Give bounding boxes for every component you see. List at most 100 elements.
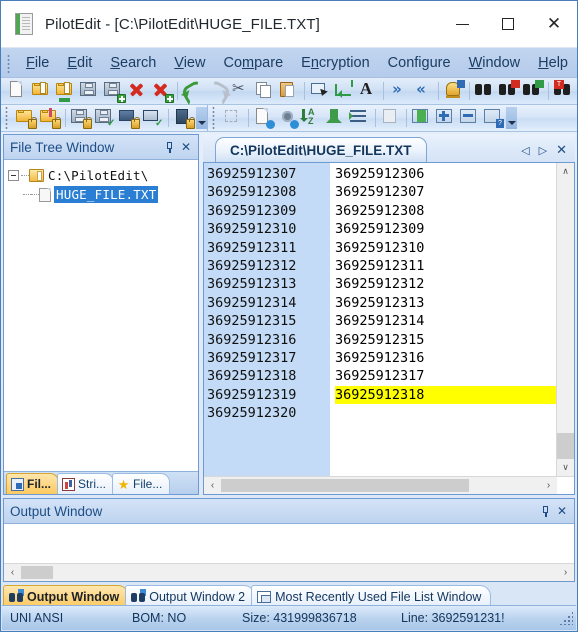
word-wrap-icon[interactable]	[333, 80, 355, 102]
expand-collapse-icon[interactable]	[411, 107, 433, 129]
find-icon[interactable]	[474, 80, 496, 102]
menu-compare[interactable]: Compare	[214, 52, 292, 74]
menu-search[interactable]: Search	[101, 52, 165, 74]
scroll-left-button[interactable]: ‹	[4, 564, 21, 581]
toolbar-grip[interactable]	[4, 107, 12, 129]
minimize-button[interactable]	[439, 1, 485, 47]
menu-file[interactable]: File	[17, 52, 58, 74]
move-up-icon[interactable]	[325, 107, 347, 129]
scroll-right-button[interactable]: ›	[540, 477, 557, 494]
file-settings-icon[interactable]	[253, 107, 275, 129]
editor-line[interactable]: 36925912308	[335, 202, 556, 220]
scroll-track-upper[interactable]	[557, 180, 574, 433]
open-encrypted-file-icon[interactable]	[70, 107, 92, 129]
open-file-icon[interactable]	[31, 80, 53, 102]
save-encrypted-folder-icon[interactable]	[39, 107, 61, 129]
tab-file-tree[interactable]: Fil...	[6, 473, 59, 494]
copy-icon[interactable]	[254, 80, 276, 102]
editor-line[interactable]: 36925912313	[335, 294, 556, 312]
cut-icon[interactable]: ✂	[230, 80, 252, 102]
new-file-icon[interactable]	[7, 80, 29, 102]
collapse-all-icon[interactable]	[459, 107, 481, 129]
tab-scroll-right-icon[interactable]: ▷	[539, 144, 547, 157]
indent-icon[interactable]	[349, 107, 371, 129]
editor-vertical-scrollbar[interactable]: ∧ ∨	[556, 163, 574, 476]
global-settings-icon[interactable]	[277, 107, 299, 129]
menu-view[interactable]: View	[165, 52, 214, 74]
file-tree[interactable]: C:\PilotEdit\ HUGE_FILE.TXT	[4, 160, 198, 471]
editor-tab-active[interactable]: C:\PilotEdit\HUGE_FILE.TXT	[215, 137, 427, 162]
tab-favorites[interactable]: ★ File...	[112, 473, 171, 494]
editor-line[interactable]: 36925912315	[335, 331, 556, 349]
save-encrypted-file-icon[interactable]: ✓	[94, 107, 116, 129]
find-replace-icon[interactable]: T	[553, 80, 575, 102]
editor-line-highlighted[interactable]: 36925912318	[335, 385, 556, 405]
editor-line[interactable]: 36925912311	[335, 257, 556, 275]
sort-az-icon[interactable]: AZ	[300, 107, 323, 129]
menu-encryption[interactable]: Encryption	[292, 52, 379, 74]
toggle-bookmark-icon[interactable]	[443, 80, 465, 102]
scroll-right-button[interactable]: ›	[557, 564, 574, 581]
pin-icon[interactable]	[165, 141, 174, 153]
scroll-thumb[interactable]	[221, 479, 469, 492]
pin-icon[interactable]	[541, 505, 550, 517]
compare-directories-icon[interactable]	[222, 107, 244, 129]
toolbar-overflow-button[interactable]	[196, 107, 207, 129]
font-icon[interactable]: A	[357, 79, 379, 102]
menu-configure[interactable]: Configure	[379, 52, 460, 74]
collapse-expander-icon[interactable]	[8, 170, 19, 181]
menu-edit[interactable]: Edit	[58, 52, 101, 74]
encryption-key-icon[interactable]	[173, 107, 195, 129]
redo-icon[interactable]	[203, 78, 233, 106]
scroll-thumb[interactable]	[21, 566, 53, 579]
output-content[interactable]	[4, 524, 574, 563]
close-icon[interactable]: ✕	[181, 140, 191, 154]
maximize-button[interactable]	[485, 1, 531, 47]
help-settings-icon[interactable]: ?	[483, 107, 505, 129]
editor-horizontal-scrollbar[interactable]: ‹ ›	[204, 476, 574, 494]
editor-line[interactable]: 36925912309	[335, 220, 556, 238]
editor-text-area[interactable]: 36925912306 36925912307 36925912308 3692591…	[330, 163, 556, 476]
previous-bookmark-icon[interactable]: «	[412, 80, 434, 102]
paste-icon[interactable]	[278, 80, 300, 102]
close-all-files-icon[interactable]	[151, 80, 174, 103]
find-previous-icon[interactable]	[498, 80, 520, 102]
menu-help[interactable]: Help	[529, 52, 577, 74]
save-as-icon[interactable]	[103, 80, 126, 103]
menu-window[interactable]: Window	[460, 52, 530, 74]
scroll-left-button[interactable]: ‹	[204, 477, 221, 494]
close-file-icon[interactable]	[127, 80, 149, 102]
scroll-thumb[interactable]	[557, 433, 574, 459]
editor-line[interactable]: 36925912306	[335, 165, 556, 183]
editor-line[interactable]: 36925912317	[335, 367, 556, 385]
ftp-encrypted-upload-icon[interactable]: ✓	[142, 107, 164, 129]
tab-scroll-left-icon[interactable]: ◁	[521, 144, 529, 157]
expand-all-icon[interactable]	[435, 107, 457, 129]
close-button[interactable]: ✕	[531, 1, 577, 47]
scroll-down-button[interactable]: ∨	[557, 459, 574, 476]
editor-line[interactable]: 36925912310	[335, 239, 556, 257]
editor-line[interactable]: 36925912314	[335, 312, 556, 330]
close-icon[interactable]: ✕	[557, 504, 567, 518]
undo-icon[interactable]	[179, 78, 209, 106]
tree-node-file[interactable]: HUGE_FILE.TXT	[8, 185, 194, 204]
open-ftp-file-icon[interactable]	[55, 80, 77, 102]
editor-tab-close-icon[interactable]: ✕	[556, 142, 567, 158]
open-encrypted-folder-icon[interactable]	[15, 107, 37, 129]
save-icon[interactable]	[79, 80, 101, 102]
toolbar-grip[interactable]	[211, 107, 219, 129]
editor-line[interactable]: 36925912312	[335, 275, 556, 293]
toolbar-overflow-button[interactable]	[506, 107, 517, 129]
menu-grip[interactable]	[5, 52, 14, 73]
ftp-encrypted-download-icon[interactable]	[118, 107, 140, 129]
next-bookmark-icon[interactable]: »	[388, 80, 410, 102]
preview-icon[interactable]	[380, 107, 402, 129]
editor-line[interactable]: 36925912307	[335, 183, 556, 201]
select-mode-icon[interactable]	[309, 80, 331, 102]
tab-string-list[interactable]: Stri...	[57, 473, 115, 494]
tree-node-folder[interactable]: C:\PilotEdit\	[8, 166, 194, 185]
resize-grip[interactable]	[559, 611, 573, 625]
scroll-up-button[interactable]: ∧	[557, 163, 574, 180]
editor-line[interactable]: 36925912316	[335, 349, 556, 367]
find-next-icon[interactable]	[522, 80, 544, 102]
